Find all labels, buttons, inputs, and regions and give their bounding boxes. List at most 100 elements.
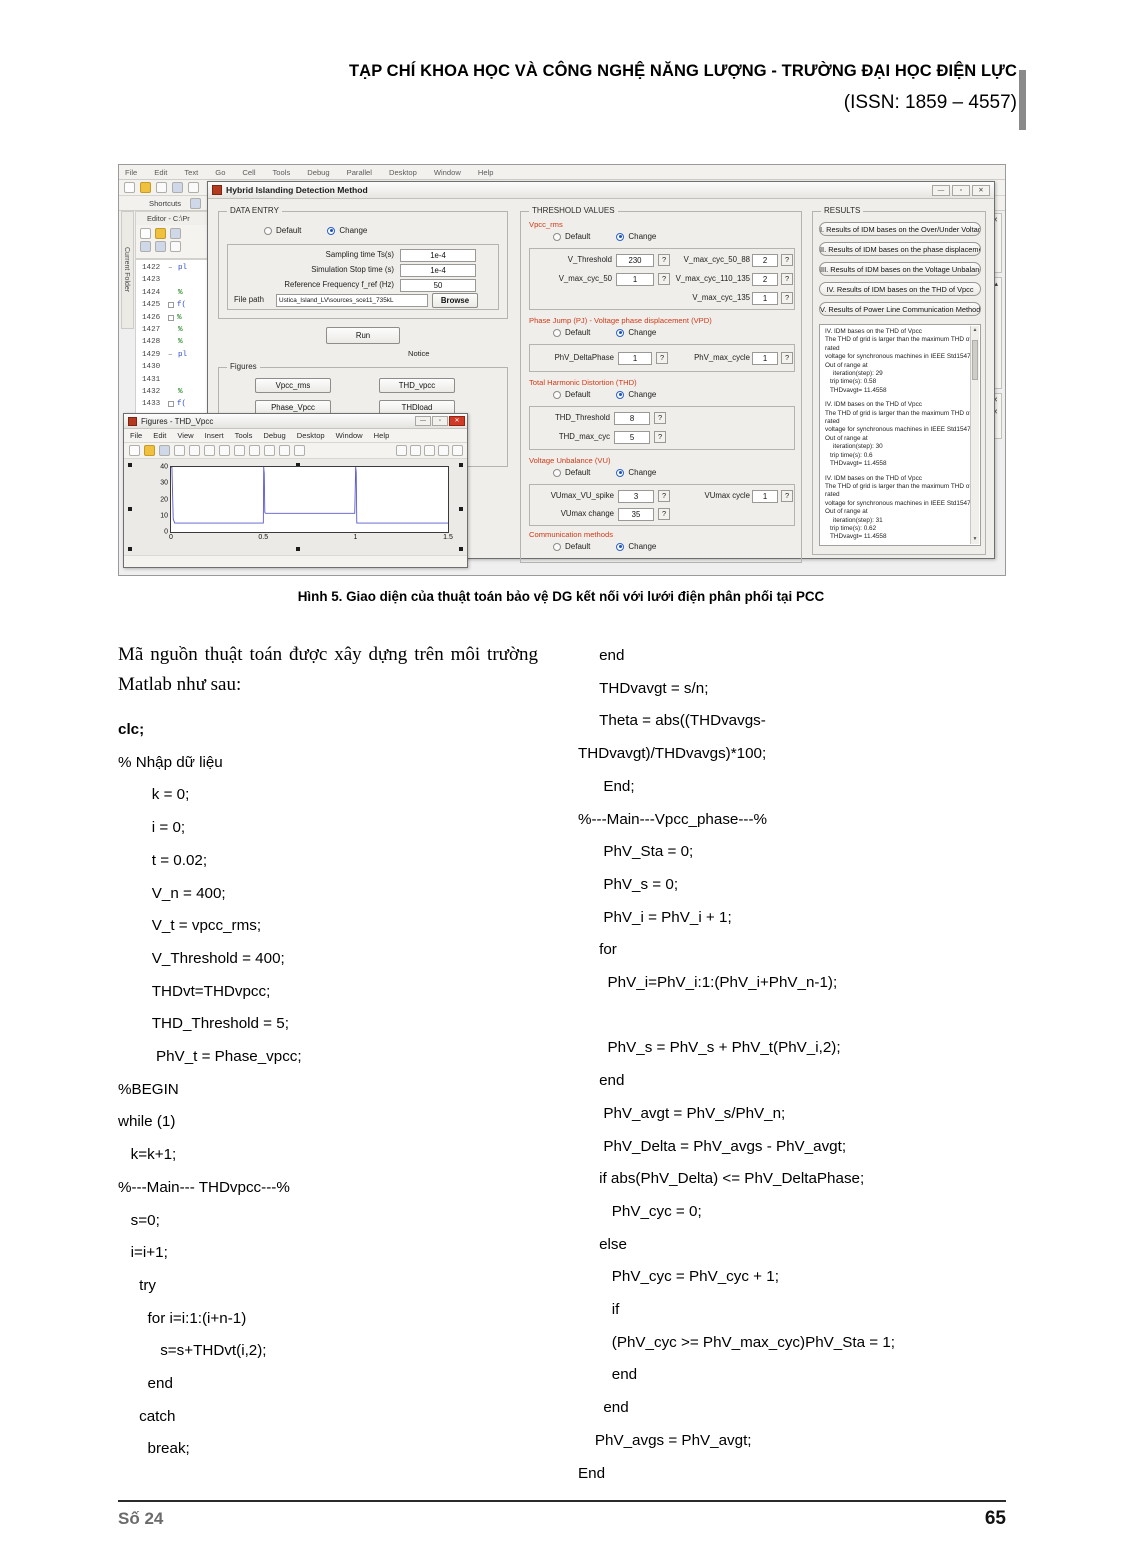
figwin-menu-insert[interactable]: Insert [205,431,224,440]
rotate-icon[interactable] [249,445,260,456]
results-log-list[interactable]: IV. IDM bases on the THD of Vpcc The THD… [819,324,981,546]
current-folder-tab[interactable]: Current Folder [121,211,134,329]
matlab-menu-text[interactable]: Text [184,168,198,177]
results-button-2[interactable]: II. Results of IDM bases on the phase di… [819,242,981,256]
matlab-menu-file[interactable]: File [125,168,137,177]
help-icon[interactable]: ? [654,412,666,424]
help-icon[interactable]: ? [781,490,793,502]
phv-max-cycle-input[interactable]: 1 [752,352,778,365]
grid-layout-icon[interactable] [396,445,407,456]
help-icon[interactable]: ? [781,352,793,364]
radio-default[interactable]: Default [264,226,301,235]
phase-jump-mode-radios[interactable]: Default Change [553,328,656,337]
results-button-3[interactable]: III. Results of IDM bases on the Voltage… [819,262,981,276]
figwin-menu-help[interactable]: Help [374,431,390,440]
results-scrollbar[interactable]: ▲ ▼ [970,326,979,544]
vumax-vu-spike-input[interactable]: 3 [618,490,654,503]
figure-window-menubar[interactable]: File Edit View Insert Tools Debug Deskto… [124,429,467,443]
scrollbar-thumb[interactable] [972,340,978,380]
sampling-time-input[interactable]: 1e-4 [400,249,476,262]
radio-change[interactable]: Change [616,468,656,477]
split-vertical-icon[interactable] [410,445,421,456]
editor-indent-icon[interactable] [170,241,181,252]
minimize-button[interactable]: — [932,184,950,196]
radio-default[interactable]: Default [553,328,590,337]
shortcuts-label[interactable]: Shortcuts [149,199,181,208]
radio-change[interactable]: Change [616,232,656,241]
radio-default[interactable]: Default [553,542,590,551]
copy-icon[interactable] [172,182,183,193]
v-max-cyc-50-88-input[interactable]: 2 [752,254,778,267]
figure-window-toolbar[interactable] [124,443,467,459]
radio-change[interactable]: Change [616,328,656,337]
pan-icon[interactable] [234,445,245,456]
shortcut-icon[interactable] [190,197,202,209]
figwin-menu-debug[interactable]: Debug [263,431,285,440]
open-folder-icon[interactable] [140,182,151,193]
radio-default[interactable]: Default [553,390,590,399]
figwin-menu-edit[interactable]: Edit [153,431,166,440]
editor-comment-icon[interactable] [140,241,151,252]
radio-change[interactable]: Change [616,390,656,399]
results-button-4[interactable]: IV. Results of IDM bases on the THD of V… [819,282,981,296]
save-figure-icon[interactable] [159,445,170,456]
scroll-up-icon[interactable]: ▲ [972,327,978,334]
maximize-button[interactable]: ▫ [432,416,448,426]
vumax-change-input[interactable]: 35 [618,508,654,521]
radio-change[interactable]: Change [327,226,367,235]
v-max-cyc-50-input[interactable]: 1 [616,273,654,286]
thd-threshold-input[interactable]: 8 [614,412,650,425]
run-button[interactable]: Run [326,327,400,344]
file-path-input[interactable]: Ustica_Island_LV\sources_sce11_735kL [276,294,428,307]
close-icon[interactable]: ▴ [994,280,998,288]
split-horizontal-icon[interactable] [424,445,435,456]
thd-max-cyc-input[interactable]: 5 [614,431,650,444]
help-icon[interactable]: ? [781,292,793,304]
editor-uncomment-icon[interactable] [155,241,166,252]
datacursor-icon[interactable] [264,445,275,456]
v-max-cyc-135-input[interactable]: 1 [752,292,778,305]
help-icon[interactable]: ? [656,352,668,364]
radio-default[interactable]: Default [553,468,590,477]
matlab-menu-tools[interactable]: Tools [273,168,291,177]
vpcc-rms-mode-radios[interactable]: Default Change [553,232,656,241]
edit-plot-icon[interactable] [189,445,200,456]
figwin-menu-view[interactable]: View [177,431,193,440]
new-file-icon[interactable] [124,182,135,193]
print-icon[interactable] [174,445,185,456]
matlab-menu-debug[interactable]: Debug [307,168,329,177]
browse-button[interactable]: Browse [432,293,478,308]
open-figure-icon[interactable] [144,445,155,456]
colorbar-icon[interactable] [294,445,305,456]
help-icon[interactable]: ? [658,508,670,520]
figwin-menu-tools[interactable]: Tools [235,431,253,440]
figwin-menu-file[interactable]: File [130,431,142,440]
radio-default[interactable]: Default [553,232,590,241]
help-icon[interactable]: ? [654,431,666,443]
ref-frequency-input[interactable]: 50 [400,279,476,292]
scroll-down-icon[interactable]: ▼ [972,536,978,543]
matlab-menu-help[interactable]: Help [478,168,494,177]
figwin-menu-window[interactable]: Window [336,431,363,440]
editor-open-icon[interactable] [155,228,166,239]
maximize-button[interactable]: ▫ [952,184,970,196]
help-icon[interactable]: ? [781,273,793,285]
minimize-button[interactable]: — [415,416,431,426]
paste-icon[interactable] [188,182,199,193]
data-entry-mode-radios[interactable]: Default Change [264,226,367,235]
thd-mode-radios[interactable]: Default Change [553,390,656,399]
v-max-cyc-110-135-input[interactable]: 2 [752,273,778,286]
v-threshold-input[interactable]: 230 [616,254,654,267]
vumax-cycle-input[interactable]: 1 [752,490,778,503]
cut-icon[interactable] [156,182,167,193]
radio-change[interactable]: Change [616,542,656,551]
help-icon[interactable]: ? [658,490,670,502]
close-button[interactable]: ✕ [972,184,990,196]
maximize-plot-icon[interactable] [452,445,463,456]
close-button[interactable]: ✕ [449,416,465,426]
comm-mode-radios[interactable]: Default Change [553,542,656,551]
phv-deltaphase-input[interactable]: 1 [618,352,652,365]
matlab-menu-cell[interactable]: Cell [242,168,255,177]
editor-new-icon[interactable] [140,228,151,239]
matlab-menu-edit[interactable]: Edit [154,168,167,177]
